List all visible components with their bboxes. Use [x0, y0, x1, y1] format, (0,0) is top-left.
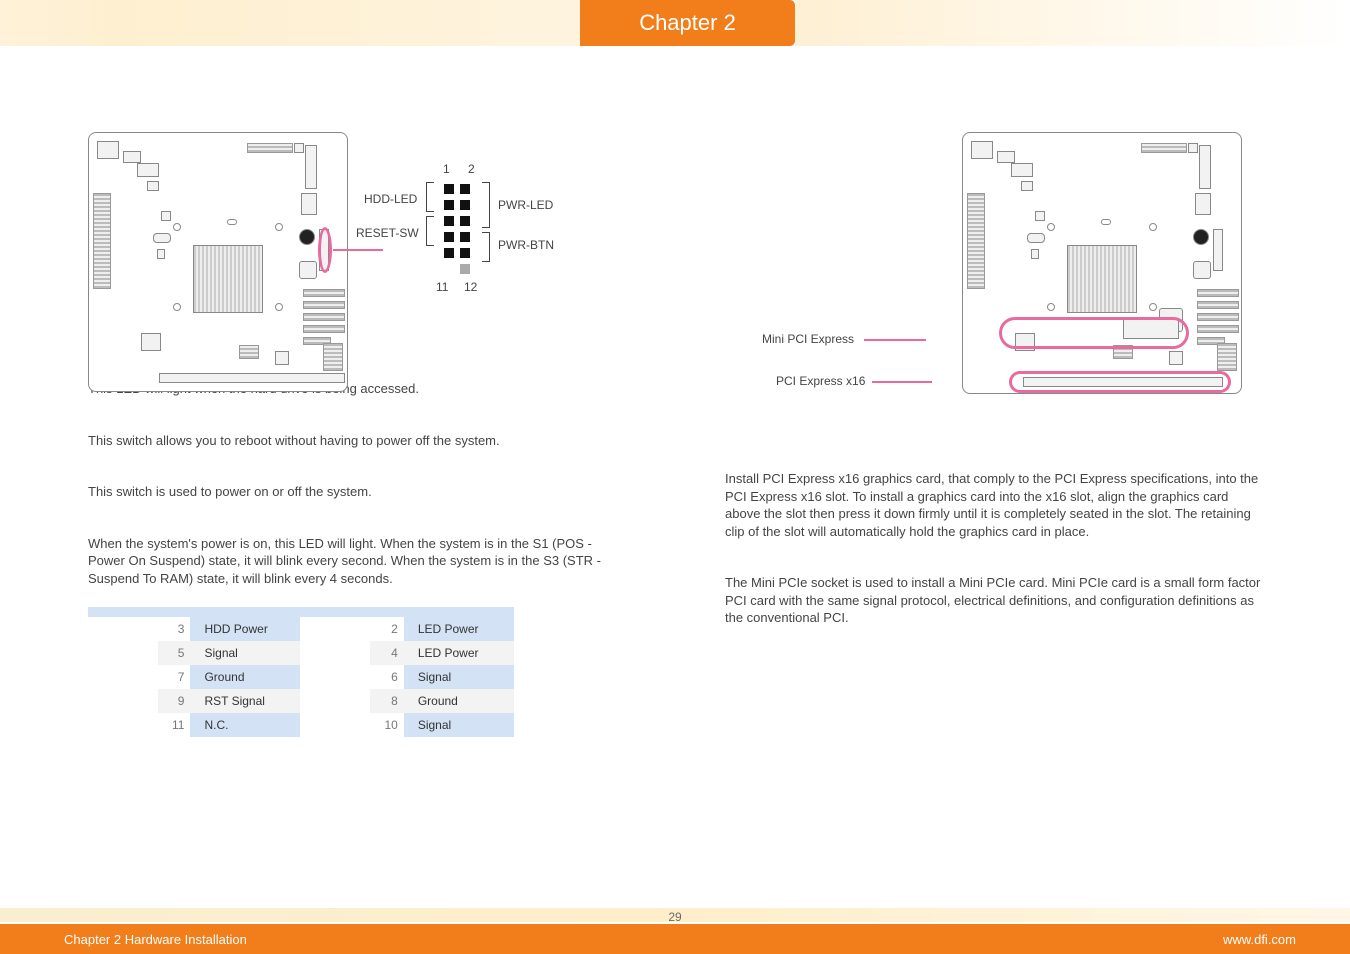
pwr-btn-description: This switch is used to power on or off t… [88, 483, 608, 501]
table-row: 9 RST Signal 8 Ground [88, 689, 514, 713]
header: Chapter 2 [0, 0, 1350, 46]
header-ribbon-right [795, 0, 1350, 46]
hdd-led-label: HDD-LED [364, 192, 417, 206]
pin-assignment-table: 3 HDD Power 2 LED Power 5 Signal 4 LED P… [88, 607, 514, 737]
connector-grid [440, 180, 474, 278]
content-columns: 1 2 11 12 HDD-LED RESET-SW [0, 46, 1350, 737]
pin-number: 10 [370, 713, 403, 737]
pin-function: Ground [190, 665, 300, 689]
mini-pcie-label: Mini PCI Express [762, 332, 854, 346]
pin-table-header [88, 607, 158, 617]
pin-2-label: 2 [468, 162, 475, 176]
table-row: 7 Ground 6 Signal [88, 665, 514, 689]
left-column: 1 2 11 12 HDD-LED RESET-SW [88, 132, 625, 737]
pin-function: Signal [190, 641, 300, 665]
pin-table-header [300, 607, 370, 617]
pin-11-label: 11 [436, 280, 448, 294]
pcie-x16-label: PCI Express x16 [776, 374, 865, 388]
pin-function: RST Signal [190, 689, 300, 713]
footer-chapter-title: Chapter 2 Hardware Installation [0, 932, 247, 947]
pin-1-label: 1 [443, 162, 450, 176]
pwr-led-label: PWR-LED [498, 198, 553, 212]
pin-number: 8 [370, 689, 403, 713]
pin-function: LED Power [404, 617, 514, 641]
pcie-x16-description: Install PCI Express x16 graphics card, t… [725, 470, 1262, 540]
pin-table-header [370, 607, 403, 617]
footer-url: www.dfi.com [1223, 932, 1350, 947]
right-column: Mini PCI Express PCI Express x16 [725, 132, 1262, 737]
pin-table-header [158, 607, 190, 617]
footer-bar: Chapter 2 Hardware Installation www.dfi.… [0, 924, 1350, 954]
table-row: 3 HDD Power 2 LED Power [88, 617, 514, 641]
reset-sw-label: RESET-SW [356, 226, 419, 240]
pin-function: Signal [404, 665, 514, 689]
table-row: 5 Signal 4 LED Power [88, 641, 514, 665]
motherboard-sketch-left [88, 132, 348, 392]
page-number: 29 [668, 910, 681, 924]
front-panel-connector-diagram: 1 2 11 12 HDD-LED RESET-SW [348, 152, 588, 302]
pin-function: Signal [404, 713, 514, 737]
pin-number: 11 [158, 713, 190, 737]
pin-number: 6 [370, 665, 403, 689]
pin-function: Ground [404, 689, 514, 713]
page: Chapter 2 [0, 0, 1350, 954]
mini-pcie-description: The Mini PCIe socket is used to install … [725, 574, 1262, 627]
pin-12-label: 12 [464, 280, 477, 294]
pin-table-header [190, 607, 300, 617]
pin-function: N.C. [190, 713, 300, 737]
pwr-led-description: When the system's power is on, this LED … [88, 535, 608, 588]
pin-number: 9 [158, 689, 190, 713]
pwr-btn-label: PWR-BTN [498, 238, 554, 252]
reset-sw-description: This switch allows you to reboot without… [88, 432, 608, 450]
pin-function: LED Power [404, 641, 514, 665]
motherboard-sketch-right [962, 132, 1242, 394]
pin-number: 4 [370, 641, 403, 665]
table-row: 11 N.C. 10 Signal [88, 713, 514, 737]
chapter-tab: Chapter 2 [580, 0, 795, 46]
header-ribbon-left [0, 0, 580, 46]
pin-number: 5 [158, 641, 190, 665]
pin-function: HDD Power [190, 617, 300, 641]
footer: 29 Chapter 2 Hardware Installation www.d… [0, 908, 1350, 954]
pin-number: 2 [370, 617, 403, 641]
pin-number: 7 [158, 665, 190, 689]
pin-table-header [404, 607, 514, 617]
pin-number: 3 [158, 617, 190, 641]
